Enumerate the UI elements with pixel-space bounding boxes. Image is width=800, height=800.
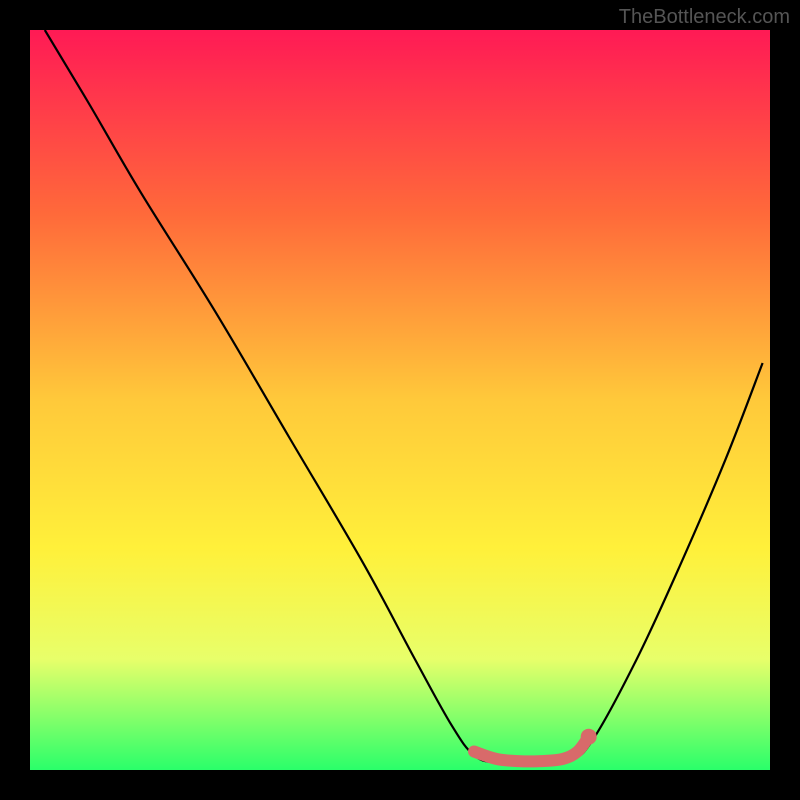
chart-plot-area	[30, 30, 770, 770]
watermark-text: TheBottleneck.com	[619, 6, 790, 29]
optimal-band-end-dot	[581, 729, 597, 745]
chart-background	[30, 30, 770, 770]
chart-svg	[30, 30, 770, 770]
